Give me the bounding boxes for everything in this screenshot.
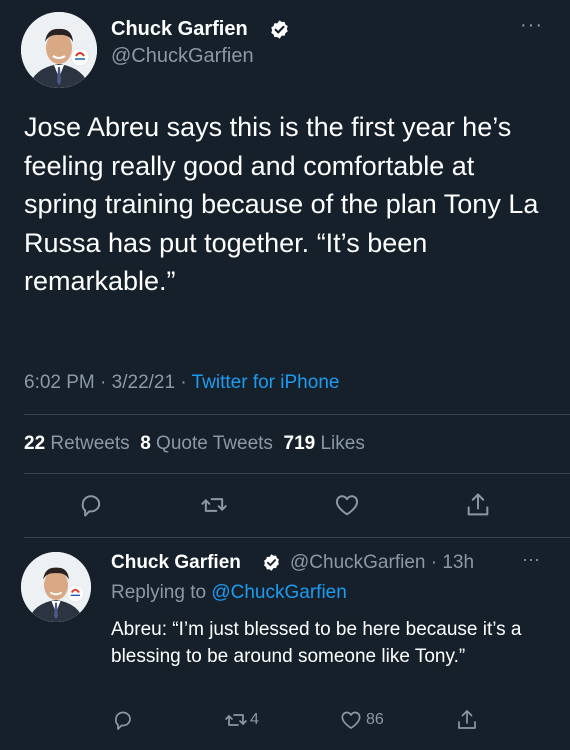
divider bbox=[24, 473, 570, 474]
divider bbox=[24, 414, 570, 415]
meta-separator: · bbox=[425, 552, 443, 573]
replying-label: Replying to bbox=[111, 582, 207, 603]
author-handle[interactable]: @ChuckGarfien bbox=[111, 44, 254, 68]
author-avatar[interactable] bbox=[21, 12, 97, 88]
engagement-stats: 22 Retweets 8 Quote Tweets 719 Likes bbox=[24, 432, 365, 456]
tweet-time: 6:02 PM bbox=[24, 372, 95, 393]
retweets-stat[interactable]: 22 Retweets bbox=[24, 433, 130, 454]
reply-author-name[interactable]: Chuck Garfien bbox=[111, 551, 241, 575]
reply-author-handle-and-age: @ChuckGarfien · 13h bbox=[290, 551, 474, 575]
reply-icon[interactable] bbox=[77, 491, 105, 519]
replying-to: Replying to @ChuckGarfien bbox=[111, 581, 347, 605]
retweets-label: Retweets bbox=[50, 433, 130, 454]
reply-text: Abreu: “I’m just blessed to be here beca… bbox=[111, 619, 522, 667]
reply-handle[interactable]: @ChuckGarfien bbox=[290, 552, 425, 573]
meta-separator: · bbox=[180, 372, 192, 393]
verified-badge-icon bbox=[269, 19, 290, 40]
reply-icon[interactable] bbox=[111, 708, 135, 732]
tweet-date: 3/22/21 bbox=[111, 372, 176, 393]
replying-to-handle[interactable]: @ChuckGarfien bbox=[211, 582, 346, 603]
meta-separator: · bbox=[100, 372, 112, 393]
like-count: 86 bbox=[366, 711, 384, 728]
retweets-count: 22 bbox=[24, 433, 46, 454]
likes-count: 719 bbox=[283, 433, 316, 454]
divider bbox=[24, 537, 570, 538]
verified-badge-icon bbox=[262, 553, 281, 572]
retweet-icon[interactable] bbox=[224, 708, 248, 732]
reply-age: 13h bbox=[442, 552, 475, 573]
quotes-count: 8 bbox=[140, 433, 151, 454]
reply-author-avatar[interactable] bbox=[21, 552, 91, 622]
tweet-text: Jose Abreu says this is the first year h… bbox=[24, 112, 539, 296]
tweet-source-link[interactable]: Twitter for iPhone bbox=[192, 372, 340, 393]
retweet-count: 4 bbox=[250, 711, 259, 728]
author-name[interactable]: Chuck Garfien bbox=[111, 17, 248, 41]
retweet-icon[interactable] bbox=[200, 491, 228, 519]
tweet-meta: 6:02 PM · 3/22/21 · Twitter for iPhone bbox=[24, 371, 339, 395]
more-options-icon[interactable]: ··· bbox=[520, 14, 543, 37]
like-icon[interactable] bbox=[339, 708, 363, 732]
share-icon[interactable] bbox=[455, 708, 479, 732]
likes-stat[interactable]: 719 Likes bbox=[284, 433, 365, 454]
likes-label: Likes bbox=[320, 433, 365, 454]
like-icon[interactable] bbox=[333, 491, 361, 519]
more-options-icon[interactable]: ··· bbox=[522, 549, 540, 570]
quotes-stat[interactable]: 8 Quote Tweets bbox=[140, 433, 273, 454]
share-icon[interactable] bbox=[464, 491, 492, 519]
quotes-label: Quote Tweets bbox=[156, 433, 273, 454]
